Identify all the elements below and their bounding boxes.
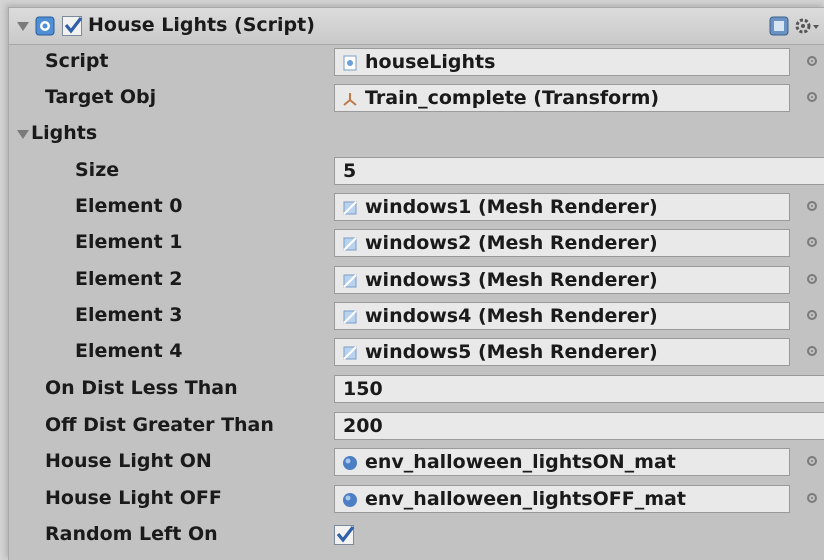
mesh-renderer-icon [343, 237, 357, 251]
element-object-picker[interactable] [807, 274, 817, 284]
off-dist-label: Off Dist Greater Than [45, 414, 274, 436]
target-obj-field[interactable]: Train_complete (Transform) [334, 84, 790, 112]
lights-element-row: Element 3 windows4 (Mesh Renderer) [9, 299, 824, 335]
checkmark-icon [64, 17, 83, 34]
lights-size-row: Size 5 [9, 154, 824, 190]
target-obj-row: Target Obj Train_complete (Transform) [9, 81, 824, 117]
target-obj-object-picker[interactable] [807, 92, 817, 102]
mesh-renderer-icon [343, 310, 357, 324]
lights-foldout-arrow-icon[interactable] [17, 130, 29, 139]
gear-menu-icon[interactable] [795, 16, 823, 36]
element-field[interactable]: windows2 (Mesh Renderer) [334, 229, 790, 257]
lights-element-row: Element 1 windows2 (Mesh Renderer) [9, 226, 824, 262]
on-dist-row: On Dist Less Than 150 [9, 372, 824, 408]
element-label: Element 3 [75, 304, 183, 326]
house-light-off-row: House Light OFF env_halloween_lightsOFF_… [9, 482, 824, 518]
mesh-renderer-icon [343, 346, 357, 360]
material-sphere-icon [343, 456, 357, 470]
target-obj-label: Target Obj [45, 86, 157, 108]
component-header[interactable]: House Lights (Script) [9, 8, 824, 45]
house-light-off-field[interactable]: env_halloween_lightsOFF_mat [334, 485, 790, 513]
element-object-picker[interactable] [807, 237, 817, 247]
script-row: Script houseLights [9, 45, 824, 81]
help-book-icon[interactable] [768, 15, 790, 37]
element-field[interactable]: windows1 (Mesh Renderer) [334, 193, 790, 221]
script-field[interactable]: houseLights [334, 48, 790, 76]
element-field[interactable]: windows4 (Mesh Renderer) [334, 302, 790, 330]
lights-size-label: Size [75, 159, 120, 181]
house-light-on-row: House Light ON env_halloween_lightsON_ma… [9, 445, 824, 481]
house-light-off-label: House Light OFF [45, 487, 222, 509]
component-enabled-checkbox[interactable] [62, 16, 83, 36]
on-dist-field[interactable]: 150 [334, 375, 824, 403]
house-light-on-field[interactable]: env_halloween_lightsON_mat [334, 448, 790, 476]
mesh-renderer-icon [343, 201, 357, 215]
element-label: Element 2 [75, 268, 183, 290]
on-dist-label: On Dist Less Than [45, 377, 238, 399]
house-light-off-object-picker[interactable] [807, 493, 817, 503]
off-dist-field[interactable]: 200 [334, 412, 824, 440]
off-dist-row: Off Dist Greater Than 200 [9, 409, 824, 445]
material-sphere-icon [343, 493, 357, 507]
lights-foldout-row[interactable]: Lights [9, 117, 824, 153]
random-left-on-label: Random Left On [45, 523, 218, 545]
element-field[interactable]: windows3 (Mesh Renderer) [334, 266, 790, 294]
random-left-on-checkbox[interactable] [334, 525, 355, 545]
component-title: House Lights (Script) [88, 14, 315, 36]
script-object-picker[interactable] [807, 56, 817, 66]
component-foldout-arrow-icon[interactable] [17, 22, 29, 31]
random-left-on-row: Random Left On [9, 518, 824, 554]
script-file-icon [343, 55, 357, 71]
lights-label: Lights [31, 122, 98, 144]
house-light-on-label: House Light ON [45, 450, 212, 472]
element-label: Element 1 [75, 231, 183, 253]
lights-element-row: Element 0 windows1 (Mesh Renderer) [9, 190, 824, 226]
element-object-picker[interactable] [807, 310, 817, 320]
inspector-panel: House Lights (Script) Script houseLights… [8, 7, 824, 560]
element-object-picker[interactable] [807, 201, 817, 211]
element-label: Element 0 [75, 195, 183, 217]
script-label: Script [45, 50, 109, 72]
element-object-picker[interactable] [807, 346, 817, 356]
transform-icon [343, 93, 357, 106]
element-field[interactable]: windows5 (Mesh Renderer) [334, 338, 790, 366]
lights-size-field[interactable]: 5 [334, 157, 824, 185]
element-label: Element 4 [75, 340, 183, 362]
house-light-on-object-picker[interactable] [807, 456, 817, 466]
script-icon [35, 16, 55, 36]
lights-element-row: Element 2 windows3 (Mesh Renderer) [9, 263, 824, 299]
checkmark-icon [336, 526, 355, 543]
lights-element-row: Element 4 windows5 (Mesh Renderer) [9, 335, 824, 371]
mesh-renderer-icon [343, 274, 357, 288]
